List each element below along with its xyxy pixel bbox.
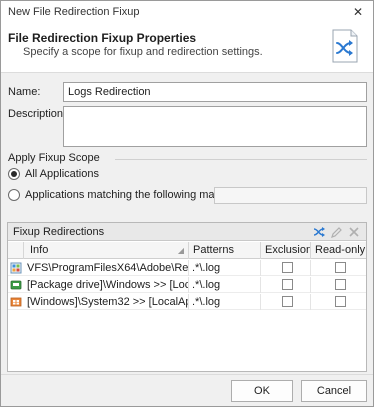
close-icon[interactable]: ✕: [349, 3, 367, 21]
cell-pattern: .*\.log: [189, 294, 261, 310]
exclusion-checkbox[interactable]: [281, 262, 293, 273]
edit-icon[interactable]: [328, 224, 344, 240]
exclusion-checkbox[interactable]: [281, 296, 293, 307]
column-header-readonly[interactable]: Read-only: [311, 242, 366, 259]
name-field[interactable]: [63, 82, 367, 102]
radio-button[interactable]: [8, 189, 20, 201]
window-title: New File Redirection Fixup: [8, 6, 140, 18]
readonly-checkbox[interactable]: [334, 262, 346, 273]
column-header-info[interactable]: Info ◢: [24, 242, 189, 259]
shuffle-icon[interactable]: [311, 224, 327, 240]
readonly-checkbox[interactable]: [334, 279, 346, 290]
cell-pattern: .*\.log: [189, 277, 261, 293]
exclusion-checkbox[interactable]: [281, 279, 293, 290]
cell-exclusion: [261, 260, 311, 276]
cell-exclusion: [261, 294, 311, 310]
cancel-button[interactable]: Cancel: [301, 380, 367, 402]
radio-label: Applications matching the following mask…: [25, 189, 229, 201]
scope-group-label: Apply Fixup Scope: [8, 152, 100, 164]
ok-button[interactable]: OK: [231, 380, 293, 402]
cell-readonly: [311, 277, 366, 293]
row-indicator-header: [8, 242, 24, 259]
column-header-exclusion[interactable]: Exclusion: [261, 242, 311, 259]
grid-caption: Fixup Redirections: [13, 226, 105, 238]
title-bar: New File Redirection Fixup ✕: [1, 1, 373, 23]
readonly-checkbox[interactable]: [334, 296, 346, 307]
table-row[interactable]: VFS\ProgramFilesX64\Adobe\Read... .*\.lo…: [8, 260, 366, 276]
fixup-redirections-grid: Fixup Redirections Info ◢ Patterns Exclu…: [7, 222, 367, 372]
cell-readonly: [311, 260, 366, 276]
windows-folder-icon: [8, 294, 24, 310]
dialog-window: New File Redirection Fixup ✕ File Redire…: [0, 0, 374, 407]
program-files-icon: [8, 260, 24, 276]
table-row[interactable]: [Package drive]\Windows >> [Loc... .*\.l…: [8, 277, 366, 293]
delete-icon[interactable]: [346, 224, 362, 240]
grid-header: Info ◢ Patterns Exclusion Read-only: [8, 242, 366, 259]
group-divider: [115, 159, 367, 160]
grid-caption-bar: Fixup Redirections: [8, 223, 366, 241]
radio-all-applications[interactable]: All Applications: [8, 168, 99, 180]
radio-label: All Applications: [25, 168, 99, 180]
shuffle-icon: [332, 29, 358, 63]
radio-button[interactable]: [8, 168, 20, 180]
cell-readonly: [311, 294, 366, 310]
dialog-body: Name: Description: Apply Fixup Scope All…: [1, 74, 373, 374]
description-label: Description:: [8, 108, 67, 120]
cell-exclusion: [261, 277, 311, 293]
header-subtitle: Specify a scope for fixup and redirectio…: [23, 46, 263, 58]
header-title: File Redirection Fixup Properties: [8, 31, 197, 45]
description-field[interactable]: [63, 106, 367, 147]
table-row[interactable]: [Windows]\System32 >> [LocalAp... .*\.lo…: [8, 294, 366, 310]
radio-matching-mask[interactable]: Applications matching the following mask…: [8, 189, 229, 201]
column-header-patterns[interactable]: Patterns: [189, 242, 261, 259]
name-label: Name:: [8, 86, 41, 98]
sort-icon: ◢: [177, 246, 184, 255]
dialog-header: File Redirection Fixup Properties Specif…: [1, 23, 373, 73]
cell-info: [Windows]\System32 >> [LocalAp...: [24, 294, 189, 310]
package-drive-icon: [8, 277, 24, 293]
cell-pattern: .*\.log: [189, 260, 261, 276]
cell-info: [Package drive]\Windows >> [Loc...: [24, 277, 189, 293]
mask-input[interactable]: [214, 187, 367, 204]
dialog-footer: OK Cancel: [1, 374, 373, 406]
cell-info: VFS\ProgramFilesX64\Adobe\Read...: [24, 260, 189, 276]
